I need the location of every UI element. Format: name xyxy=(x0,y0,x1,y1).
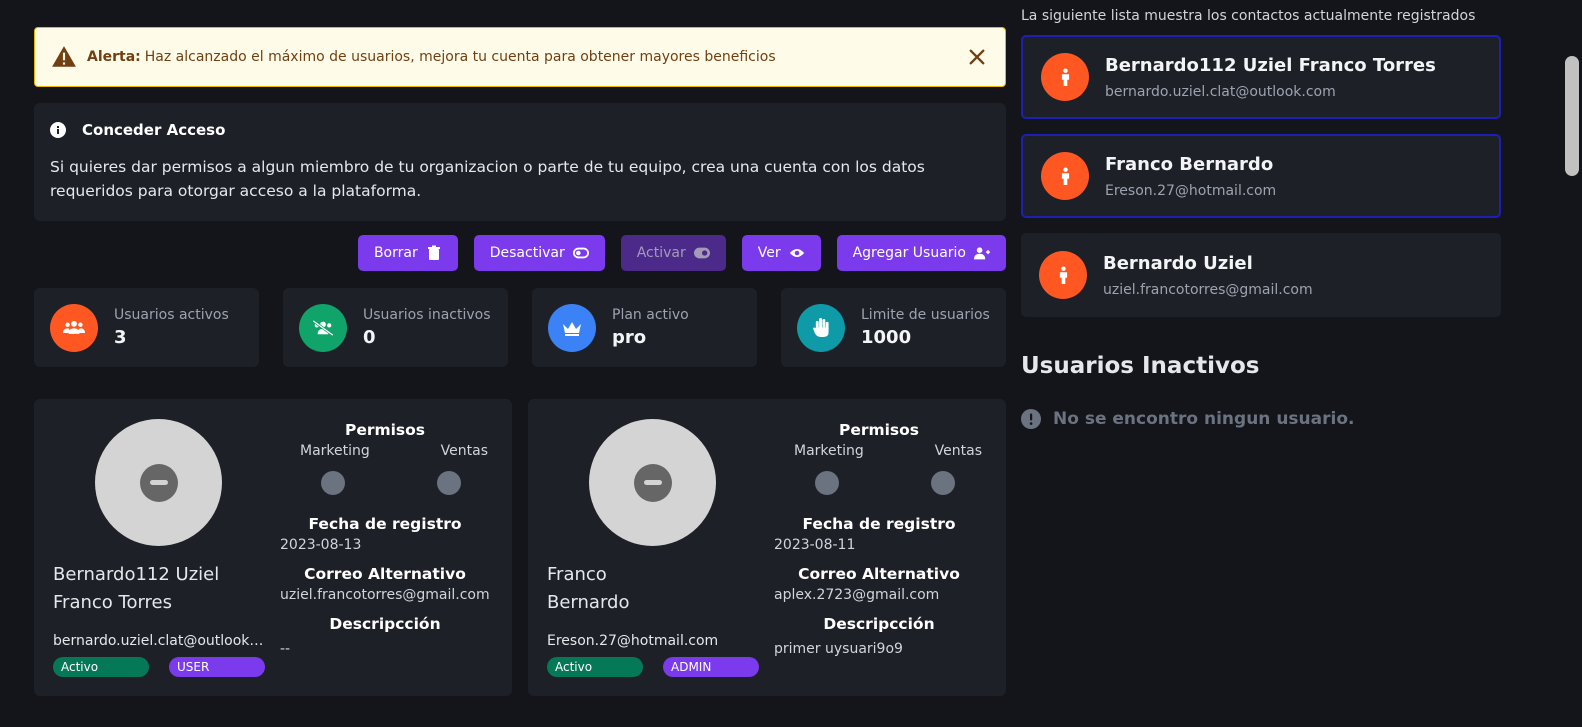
contact-name: Franco Bernardo xyxy=(1105,153,1274,175)
empty-message: No se encontro ningun usuario. xyxy=(1053,409,1355,429)
contacts-intro: La siguiente lista muestra los contactos… xyxy=(1021,8,1476,24)
alert-text: Alerta: Haz alcanzado el máximo de usuari… xyxy=(87,49,963,65)
perm-marketing-toggle[interactable] xyxy=(321,471,345,495)
deactivate-button[interactable]: Desactivar xyxy=(473,235,605,271)
perm-marketing-label: Marketing xyxy=(794,443,864,459)
activate-label: Activar xyxy=(636,245,686,261)
alert-message: Haz alcanzado el máximo de usuarios, mej… xyxy=(144,49,776,65)
stat-value: pro xyxy=(612,327,647,348)
alt-email-title: Correo Alternativo xyxy=(304,565,466,583)
description-title: Descripcción xyxy=(329,615,441,633)
alert-label: Alerta: xyxy=(87,49,141,65)
stat-label: Limite de usuarios xyxy=(861,307,990,323)
users-icon xyxy=(50,303,98,352)
view-label: Ver xyxy=(757,245,781,261)
avatar xyxy=(95,419,222,546)
stat-value: 1000 xyxy=(861,327,912,348)
delete-button[interactable]: Borrar xyxy=(357,235,458,271)
stat-value: 3 xyxy=(114,327,127,348)
scrollbar-thumb[interactable] xyxy=(1565,56,1579,176)
user-card: Franco Bernardo Ereson.27@hotmail.com Ac… xyxy=(528,399,1006,696)
toggle-icon xyxy=(572,247,589,259)
info-title: Conceder Acceso xyxy=(82,121,226,139)
eye-icon xyxy=(789,249,804,257)
add-user-button[interactable]: Agregar Usuario xyxy=(836,235,1006,271)
perm-ventas-label: Ventas xyxy=(440,443,488,459)
contact-name: Bernardo Uziel xyxy=(1103,252,1253,274)
perm-marketing-toggle[interactable] xyxy=(815,471,839,495)
contact-name: Bernardo112 Uziel Franco Torres xyxy=(1105,54,1436,76)
registration-date: 2023-08-11 xyxy=(774,537,856,553)
permissions-title: Permisos xyxy=(344,421,426,439)
stat-label: Usuarios inactivos xyxy=(363,307,491,323)
info-body: Si quieres dar permisos a algun miembro … xyxy=(50,158,925,200)
perm-ventas-toggle[interactable] xyxy=(437,471,461,495)
contact-item[interactable]: Franco Bernardo Ereson.27@hotmail.com xyxy=(1021,134,1501,218)
stat-label: Plan activo xyxy=(612,307,689,323)
users-slash-icon xyxy=(299,303,347,352)
info-icon xyxy=(50,122,66,138)
stat-value: 0 xyxy=(363,327,376,348)
registration-date: 2023-08-13 xyxy=(280,537,362,553)
view-button[interactable]: Ver xyxy=(741,235,821,271)
role-badge: USER xyxy=(169,657,265,677)
avatar-placeholder-icon xyxy=(139,463,178,502)
perm-ventas-label: Ventas xyxy=(934,443,982,459)
person-icon xyxy=(1041,152,1089,200)
contact-item[interactable]: Bernardo Uziel uziel.francotorres@gmail.… xyxy=(1021,233,1501,317)
contact-item[interactable]: Bernardo112 Uziel Franco Torres bernardo… xyxy=(1021,35,1501,119)
person-icon xyxy=(1039,251,1087,299)
status-badge: Activo xyxy=(547,657,643,677)
delete-label: Borrar xyxy=(373,245,418,261)
perm-ventas-toggle[interactable] xyxy=(931,471,955,495)
contact-email: Ereson.27@hotmail.com xyxy=(1105,182,1277,199)
hand-icon xyxy=(797,303,845,352)
description-title: Descripcción xyxy=(823,615,935,633)
user-plus-icon xyxy=(974,247,990,260)
inactive-users-title: Usuarios Inactivos xyxy=(1021,353,1260,379)
empty-state: No se encontro ningun usuario. xyxy=(1021,409,1354,429)
alt-email-title: Correo Alternativo xyxy=(798,565,960,583)
add-user-label: Agregar Usuario xyxy=(852,245,966,261)
avatar-placeholder-icon xyxy=(633,463,672,502)
contact-email: bernardo.uziel.clat@outlook.com xyxy=(1105,83,1336,100)
stat-active-plan: Plan activo pro xyxy=(532,288,757,367)
trash-icon xyxy=(427,245,440,260)
grant-access-panel: Conceder Acceso Si quieres dar permisos … xyxy=(34,103,1006,221)
max-users-alert: Alerta: Haz alcanzado el máximo de usuari… xyxy=(34,27,1006,87)
contact-email: uziel.francotorres@gmail.com xyxy=(1103,281,1313,298)
permissions-title: Permisos xyxy=(838,421,920,439)
scrollbar[interactable] xyxy=(1562,0,1582,727)
description: primer uysuari9o9 xyxy=(774,641,903,657)
user-name: Franco Bernardo xyxy=(547,564,630,613)
close-icon[interactable] xyxy=(963,43,991,71)
user-email: Ereson.27@hotmail.com xyxy=(547,633,719,649)
crown-icon xyxy=(548,303,596,352)
alt-email: uziel.francotorres@gmail.com xyxy=(280,587,490,603)
warning-icon xyxy=(51,44,77,70)
user-email: bernardo.uziel.clat@outlook.c... xyxy=(53,633,265,649)
role-badge: ADMIN xyxy=(663,657,759,677)
alt-email: aplex.2723@gmail.com xyxy=(774,587,940,603)
stat-user-limit: Limite de usuarios 1000 xyxy=(781,288,1006,367)
perm-marketing-label: Marketing xyxy=(300,443,370,459)
user-card: Bernardo112 Uziel Franco Torres bernardo… xyxy=(34,399,512,696)
date-title: Fecha de registro xyxy=(802,515,956,533)
stat-label: Usuarios activos xyxy=(114,307,229,323)
stat-inactive-users: Usuarios inactivos 0 xyxy=(283,288,508,367)
stat-active-users: Usuarios activos 3 xyxy=(34,288,259,367)
status-badge: Activo xyxy=(53,657,149,677)
activate-button[interactable]: Activar xyxy=(620,235,726,271)
description: -- xyxy=(280,641,291,657)
toggle-on-icon xyxy=(693,247,710,259)
deactivate-label: Desactivar xyxy=(489,245,565,261)
user-details: Permisos Marketing Ventas Fecha de regis… xyxy=(774,421,984,657)
action-toolbar: Borrar Desactivar Activar Ver Agregar Us… xyxy=(357,235,1006,271)
user-name: Bernardo112 Uziel Franco Torres xyxy=(53,564,220,613)
person-icon xyxy=(1041,53,1089,101)
date-title: Fecha de registro xyxy=(308,515,462,533)
exclamation-circle-icon xyxy=(1021,409,1041,429)
avatar xyxy=(589,419,716,546)
user-details: Permisos Marketing Ventas Fecha de regis… xyxy=(280,421,490,657)
